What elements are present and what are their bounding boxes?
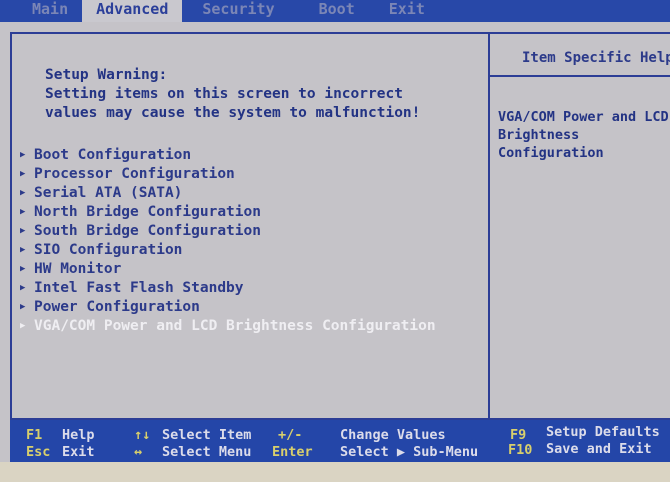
menu-item-hw-monitor[interactable]: ▶ HW Monitor <box>20 259 436 278</box>
bios-screen: Main Advanced Security Boot Exit Item Sp… <box>0 0 670 462</box>
menu-item-south-bridge-configuration[interactable]: ▶ South Bridge Configuration <box>20 221 436 240</box>
triangle-right-icon: ▶ <box>20 244 26 255</box>
select-menu-label: Select Menu <box>162 444 252 460</box>
tab-security[interactable]: Security <box>182 0 288 22</box>
menu-item-label: Intel Fast Flash Standby <box>34 279 244 296</box>
f9-key[interactable]: F9 <box>510 427 526 443</box>
triangle-right-icon: ▶ <box>20 263 26 274</box>
menu-item-label: SIO Configuration <box>34 241 183 258</box>
advanced-menu-list: ▶ Boot Configuration ▶ Processor Configu… <box>20 145 436 335</box>
triangle-right-icon: ▶ <box>20 301 26 312</box>
select-item-label: Select Item <box>162 427 252 443</box>
menu-item-label: South Bridge Configuration <box>34 222 261 239</box>
tab-main[interactable]: Main <box>0 0 82 22</box>
menu-item-label: VGA/COM Power and LCD Brightness Configu… <box>34 317 436 334</box>
triangle-right-icon: ▶ <box>20 320 26 331</box>
help-panel-title: Item Specific Help <box>522 50 670 66</box>
menu-item-label: Boot Configuration <box>34 146 192 163</box>
triangle-right-icon: ▶ <box>20 168 26 179</box>
triangle-right-icon: ▶ <box>20 282 26 293</box>
triangle-right-icon: ▶ <box>20 149 26 160</box>
help-title-divider <box>490 75 670 77</box>
monitor-bezel <box>0 462 670 482</box>
updown-arrows-icon: ↑↓ <box>134 427 151 443</box>
triangle-right-icon: ▶ <box>20 225 26 236</box>
menu-item-label: Processor Configuration <box>34 165 235 182</box>
menu-item-serial-ata[interactable]: ▶ Serial ATA (SATA) <box>20 183 436 202</box>
f10-key[interactable]: F10 <box>508 442 532 458</box>
warning-title: Setup Warning: <box>45 67 168 83</box>
triangle-right-icon: ▶ <box>20 187 26 198</box>
panel-divider <box>488 32 490 420</box>
f1-label: Help <box>62 427 95 443</box>
tab-exit[interactable]: Exit <box>369 0 439 22</box>
menubar-underline <box>0 22 670 32</box>
esc-key[interactable]: Esc <box>26 444 50 460</box>
leftright-arrows-icon: ↔ <box>134 444 143 460</box>
tab-advanced[interactable]: Advanced <box>82 0 183 22</box>
menu-item-intel-fast-flash-standby[interactable]: ▶ Intel Fast Flash Standby <box>20 278 436 297</box>
warning-line-2: values may cause the system to malfuncti… <box>45 105 421 121</box>
plus-minus-key: +/- <box>278 427 303 443</box>
menu-item-label: Power Configuration <box>34 298 200 315</box>
menu-item-label: Serial ATA (SATA) <box>34 184 183 201</box>
help-panel-text: VGA/COM Power and LCD Brightness Configu… <box>498 109 669 161</box>
warning-line-1: Setting items on this screen to incorrec… <box>45 86 403 102</box>
exit-label: Exit <box>62 444 95 460</box>
setup-defaults-label: Setup Defaults <box>546 424 660 440</box>
f1-key[interactable]: F1 <box>26 427 42 443</box>
change-values-label: Change Values <box>340 427 446 443</box>
enter-key[interactable]: Enter <box>272 444 313 460</box>
tab-boot[interactable]: Boot <box>289 0 369 22</box>
menu-item-label: North Bridge Configuration <box>34 203 261 220</box>
menu-item-sio-configuration[interactable]: ▶ SIO Configuration <box>20 240 436 259</box>
menu-item-north-bridge-configuration[interactable]: ▶ North Bridge Configuration <box>20 202 436 221</box>
setup-warning: Setup Warning: Setting items on this scr… <box>45 66 420 123</box>
menu-item-vga-com-power-lcd-brightness[interactable]: ▶ VGA/COM Power and LCD Brightness Confi… <box>20 316 436 335</box>
menu-item-processor-configuration[interactable]: ▶ Processor Configuration <box>20 164 436 183</box>
menu-item-power-configuration[interactable]: ▶ Power Configuration <box>20 297 436 316</box>
save-and-exit-label: Save and Exit <box>546 441 652 457</box>
triangle-right-icon: ▶ <box>20 206 26 217</box>
key-legend-footer: F1 Help ↑↓ Select Item +/- Change Values… <box>10 420 670 462</box>
select-submenu-label: Select ▶ Sub-Menu <box>340 444 479 460</box>
menu-item-label: HW Monitor <box>34 260 122 277</box>
menu-item-boot-configuration[interactable]: ▶ Boot Configuration <box>20 145 436 164</box>
